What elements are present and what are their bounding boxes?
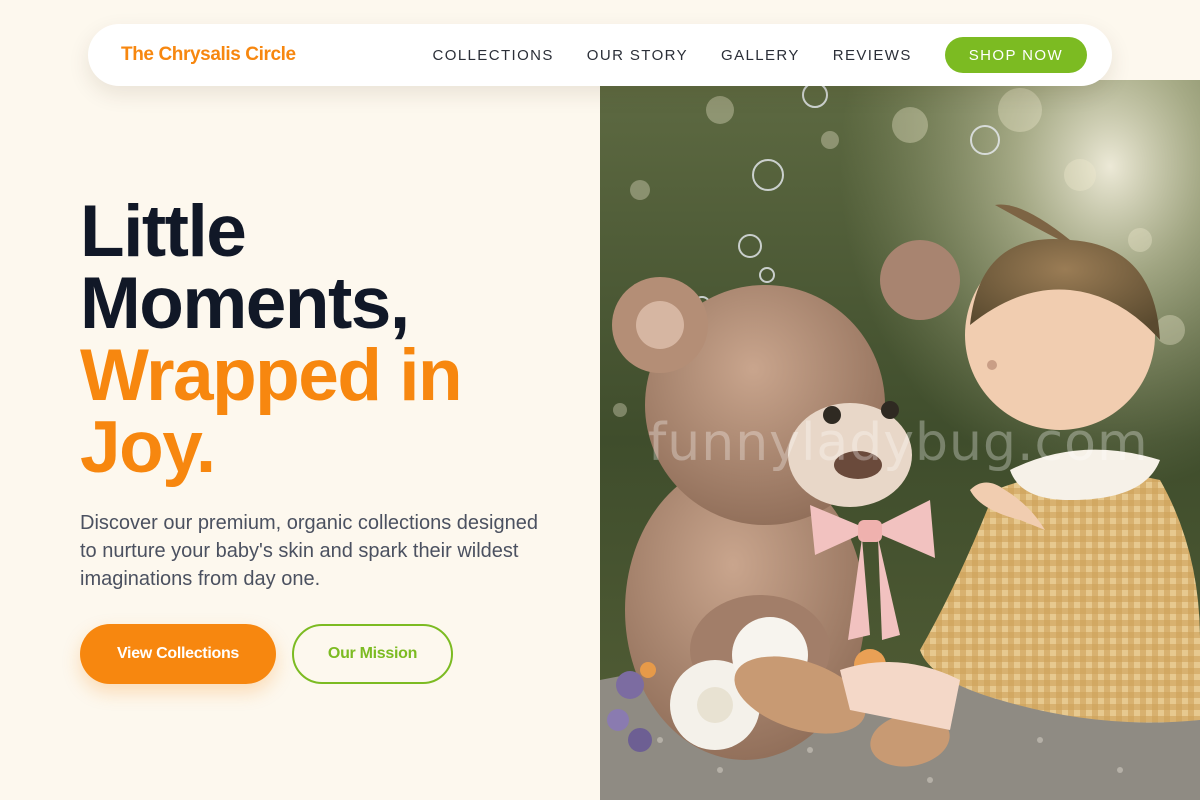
hero-title-line-4: Joy.	[80, 407, 216, 488]
nav-links: COLLECTIONS OUR STORY GALLERY REVIEWS SH…	[433, 37, 1087, 73]
hero-title-line-1: Little	[80, 191, 247, 272]
hero-image-illustration	[600, 80, 1200, 800]
hero-title-line-2: Moments,	[80, 263, 410, 344]
nav-link-reviews[interactable]: REVIEWS	[833, 47, 912, 64]
nav-link-our-story[interactable]: OUR STORY	[587, 47, 688, 64]
nav-link-collections[interactable]: COLLECTIONS	[433, 47, 554, 64]
nav-link-gallery[interactable]: GALLERY	[721, 47, 800, 64]
view-collections-button[interactable]: View Collections	[80, 624, 276, 684]
hero-description: Discover our premium, organic collection…	[80, 512, 538, 590]
navbar: The Chrysalis Circle COLLECTIONS OUR STO…	[88, 24, 1112, 86]
hero-title-line-3: Wrapped in	[80, 335, 463, 416]
brand-logo[interactable]: The Chrysalis Circle	[121, 44, 296, 66]
shop-now-button[interactable]: SHOP NOW	[944, 37, 1087, 73]
our-mission-button[interactable]: Our Mission	[292, 624, 453, 684]
hero-image: funnyladybug.com	[600, 80, 1200, 800]
hero-title: Little Moments, Wrapped in Joy.	[80, 191, 580, 488]
